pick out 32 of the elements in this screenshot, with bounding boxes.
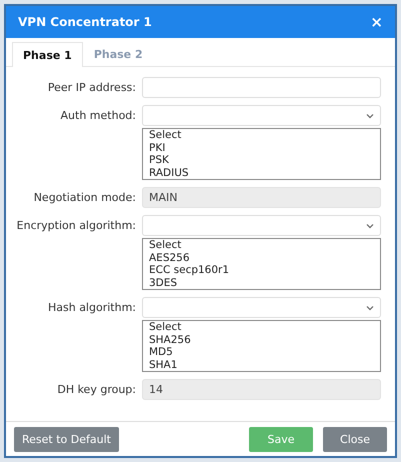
list-option[interactable]: Select <box>149 239 380 252</box>
caret-icon <box>366 112 374 118</box>
tab[interactable]: Phase 1 <box>12 42 83 67</box>
list-option[interactable]: MD5 <box>149 346 380 358</box>
list-option[interactable]: AES256 <box>149 252 380 264</box>
caret-icon <box>366 304 374 310</box>
field-label: Negotiation mode: <box>32 190 136 206</box>
text-field[interactable] <box>142 77 381 98</box>
list-option[interactable]: RADIUS <box>149 166 380 179</box>
field-label: Hash algorithm: <box>46 300 136 316</box>
close-button[interactable]: × <box>370 13 383 31</box>
list-option[interactable]: Select <box>149 129 380 142</box>
caret-icon <box>366 222 374 228</box>
field-label: Encryption algorithm: <box>16 218 136 234</box>
list-option[interactable]: Select <box>149 321 380 334</box>
field-label: DH key group: <box>56 382 136 398</box>
field-label: Auth method: <box>60 108 136 124</box>
action-button[interactable]: Close <box>323 427 387 452</box>
dropdown[interactable] <box>142 215 381 236</box>
list-option[interactable]: 3DES <box>149 276 380 289</box>
dropdown[interactable] <box>142 105 381 126</box>
readonly-field: 14 <box>142 379 381 400</box>
list-option[interactable]: ECC secp160r1 <box>149 264 380 276</box>
action-button[interactable]: Reset to Default <box>14 427 119 452</box>
dropdown[interactable] <box>142 297 381 318</box>
field-label: Peer IP address: <box>46 80 136 96</box>
list-option[interactable]: SHA1 <box>149 358 380 371</box>
list-option[interactable]: PSK <box>149 154 380 166</box>
window-title: VPN Concentrator 1 <box>18 15 152 29</box>
list-option[interactable]: SHA256 <box>149 334 380 346</box>
readonly-field: MAIN <box>142 187 381 208</box>
list-option[interactable]: PKI <box>149 142 380 154</box>
